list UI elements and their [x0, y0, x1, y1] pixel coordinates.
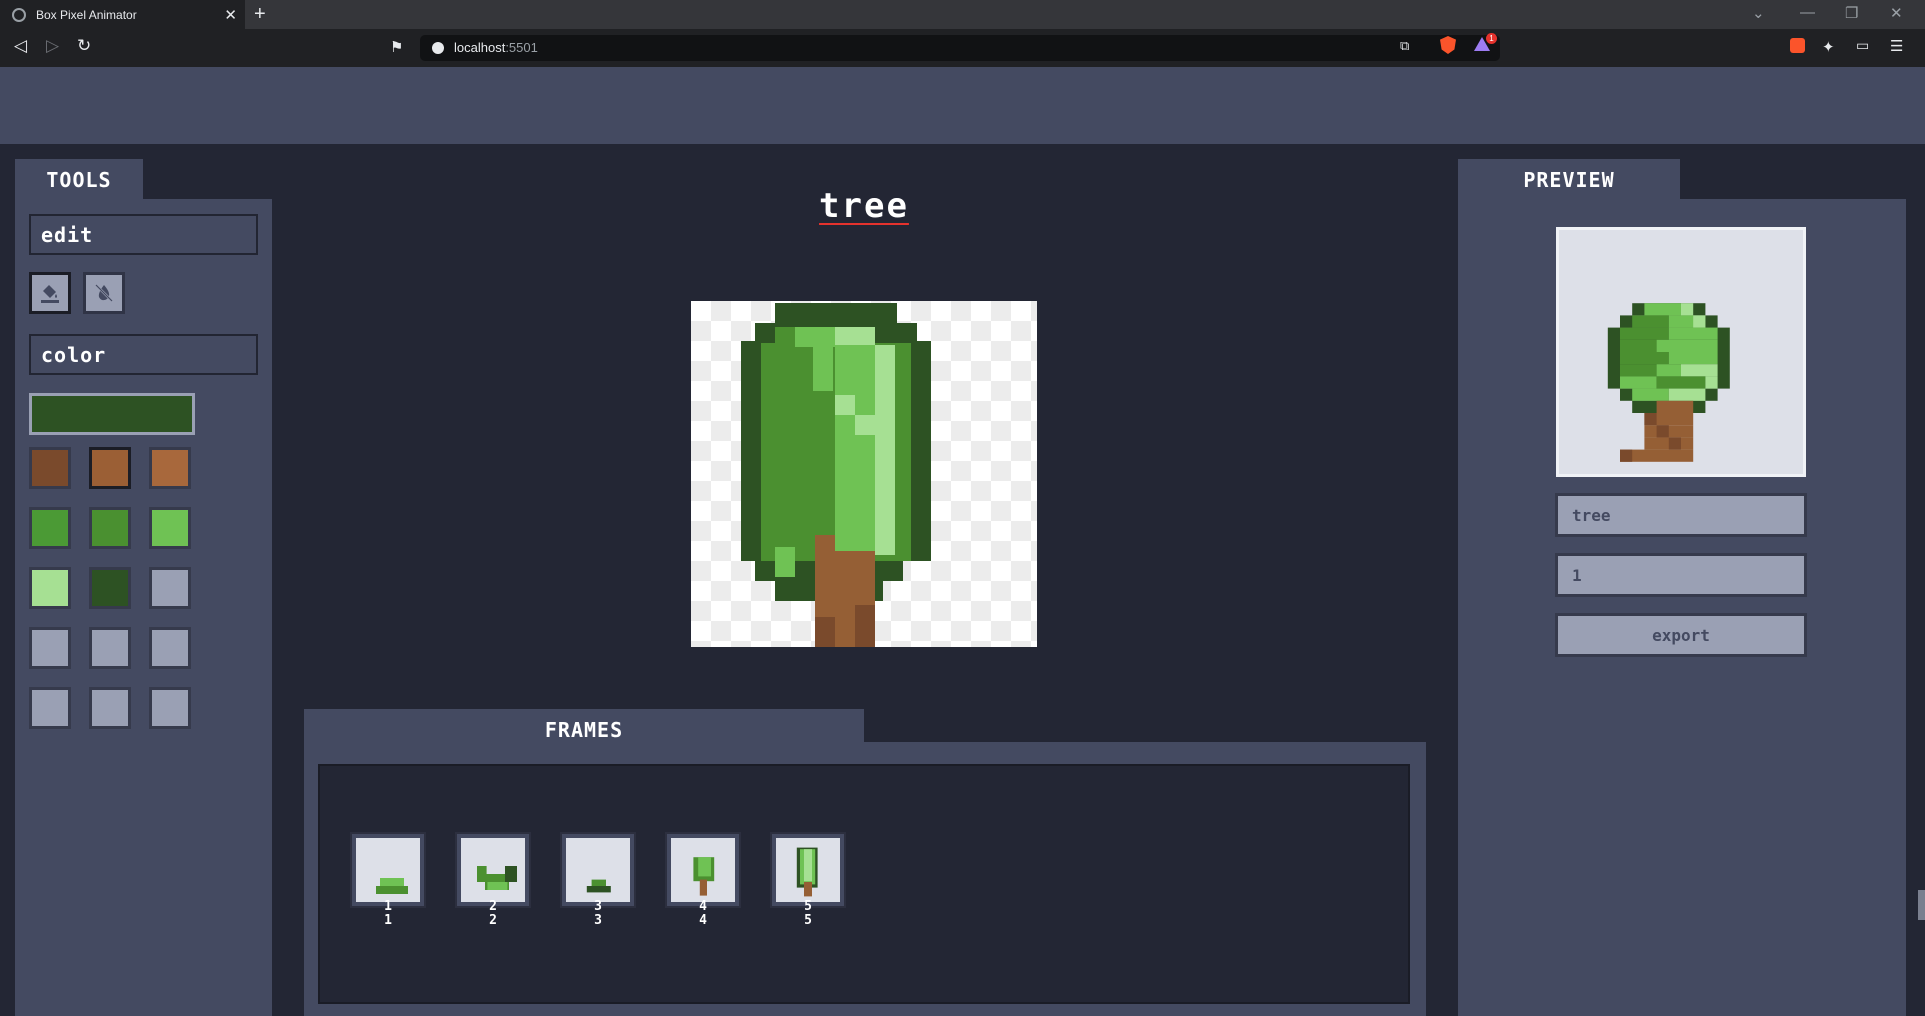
color-swatch[interactable] [29, 447, 71, 489]
rewards-badge: 1 [1486, 33, 1497, 44]
frame-label: 33 [562, 900, 634, 928]
animation-name-input[interactable]: tree [1555, 493, 1807, 537]
browser-tab[interactable]: Box Pixel Animator ✕ [0, 0, 245, 29]
frame-thumbnail[interactable] [562, 834, 634, 906]
frame-label: 55 [772, 900, 844, 928]
color-swatch[interactable] [89, 687, 131, 729]
browser-tab-title: Box Pixel Animator [36, 7, 137, 22]
current-color-display [29, 393, 195, 435]
wallet-icon[interactable]: ▭ [1856, 38, 1869, 54]
tab-search-icon[interactable]: ⌄ [1752, 4, 1765, 22]
forward-icon[interactable]: ▷ [46, 36, 59, 56]
preview-tab: PREVIEW [1458, 159, 1680, 200]
address-text: localhost:5501 [454, 40, 538, 55]
address-bar[interactable]: localhost:5501 [420, 35, 1500, 61]
frame-number: 3 [594, 899, 602, 914]
color-swatch[interactable] [149, 627, 191, 669]
color-swatch[interactable] [89, 507, 131, 549]
color-swatch[interactable] [29, 627, 71, 669]
color-swatch[interactable] [29, 567, 71, 609]
frame-thumbnail[interactable] [457, 834, 529, 906]
frames-tab: FRAMES [304, 709, 864, 750]
frame-index: 1 [384, 913, 392, 928]
frame-speed-input[interactable]: 1 [1555, 553, 1807, 597]
frame-image [693, 857, 715, 896]
animation-preview [1556, 227, 1806, 477]
no-fill-button[interactable] [83, 272, 125, 314]
frame-image [586, 879, 611, 893]
bookmark-icon[interactable]: ⚑ [390, 38, 403, 56]
fill-bucket-button[interactable] [29, 272, 71, 314]
app-header [0, 67, 1925, 144]
frame-number: 1 [384, 899, 392, 914]
frame-label: 22 [457, 900, 529, 928]
browser-toolbar: ◁ ▷ ↻ ⚑ localhost:5501 ⧉ 1 ✦ ▭ ☰ [0, 29, 1925, 67]
canvas-pixels [741, 303, 931, 717]
color-swatch[interactable] [29, 507, 71, 549]
frame-index: 5 [804, 913, 812, 928]
frame-thumbnail[interactable] [667, 834, 739, 906]
page-scrollbar[interactable] [1918, 890, 1925, 920]
new-tab-button[interactable]: + [254, 3, 266, 26]
globe-icon [12, 7, 26, 22]
color-swatch[interactable] [89, 447, 131, 489]
frame-index: 3 [594, 913, 602, 928]
frame-label: 44 [667, 900, 739, 928]
preview-tree-image [1607, 303, 1730, 462]
close-window-button[interactable]: ✕ [1890, 4, 1903, 22]
fill-bucket-icon [41, 285, 59, 303]
color-swatch[interactable] [89, 627, 131, 669]
browser-tab-bar: Box Pixel Animator ✕ + ⌄ — ❐ ✕ [0, 0, 1925, 29]
color-swatch[interactable] [29, 687, 71, 729]
frame-image [796, 847, 818, 897]
frame-thumbnail[interactable] [772, 834, 844, 906]
edit-section-label: edit [29, 214, 258, 255]
close-tab-icon[interactable]: ✕ [224, 6, 237, 24]
back-icon[interactable]: ◁ [14, 36, 27, 56]
translate-icon[interactable]: ⧉ [1400, 39, 1409, 54]
extensions-puzzle-icon[interactable]: ✦ [1822, 38, 1835, 56]
color-swatch[interactable] [89, 567, 131, 609]
frame-number: 5 [804, 899, 812, 914]
color-swatch[interactable] [149, 567, 191, 609]
minimize-button[interactable]: — [1800, 4, 1815, 21]
color-swatch[interactable] [149, 687, 191, 729]
extension-icon[interactable] [1790, 38, 1805, 53]
restore-button[interactable]: ❐ [1845, 4, 1858, 22]
color-swatch[interactable] [149, 447, 191, 489]
menu-icon[interactable]: ☰ [1890, 37, 1903, 55]
frame-index: 4 [699, 913, 707, 928]
color-swatch[interactable] [149, 507, 191, 549]
frame-number: 2 [489, 899, 497, 914]
frame-image [477, 866, 517, 890]
tools-tab: TOOLS [15, 159, 143, 200]
frame-index: 2 [489, 913, 497, 928]
site-info-icon[interactable] [432, 42, 444, 54]
export-button[interactable]: export [1555, 613, 1807, 657]
frame-number: 4 [699, 899, 707, 914]
animation-title[interactable]: tree [800, 186, 928, 226]
reload-icon[interactable]: ↻ [77, 36, 91, 56]
color-section-label: color [29, 334, 258, 375]
frame-thumbnail[interactable] [352, 834, 424, 906]
no-fill-icon [95, 284, 113, 302]
frame-label: 11 [352, 900, 424, 928]
drawing-canvas[interactable] [691, 301, 1037, 717]
frame-image [376, 878, 408, 894]
